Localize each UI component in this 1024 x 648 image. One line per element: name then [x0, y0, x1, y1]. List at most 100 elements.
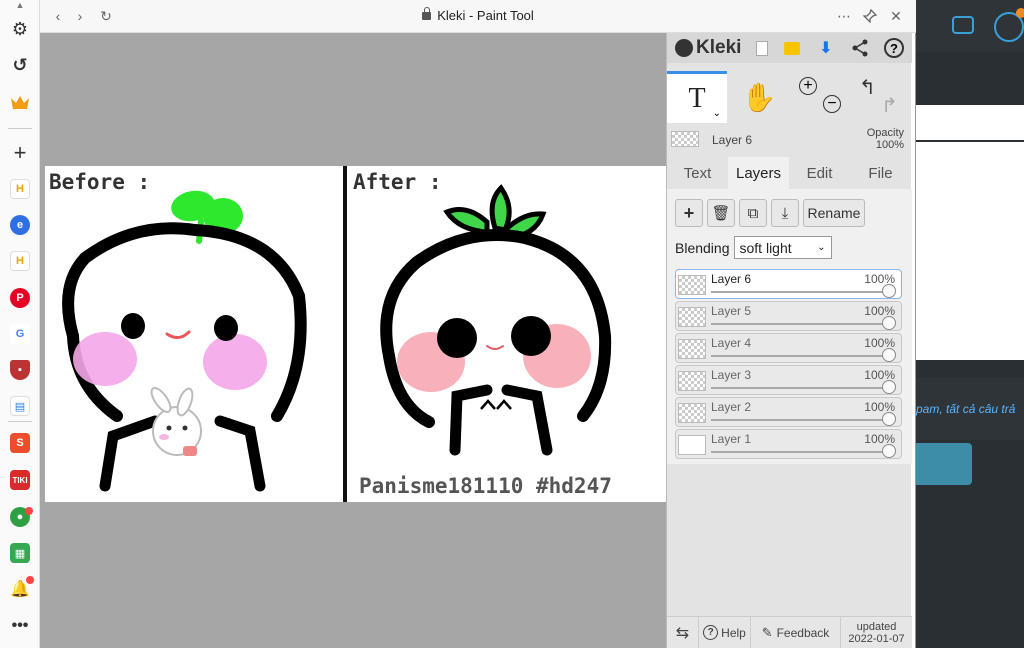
merge-down-button[interactable]: ⤓	[771, 199, 799, 227]
before-character	[62, 190, 307, 492]
doc-app-icon[interactable]: ▤	[9, 395, 31, 417]
app-h2-icon[interactable]: H	[9, 250, 31, 272]
help-label: Help	[721, 625, 746, 640]
canvas-area[interactable]: Before : After : Panisme181110 #hd247	[40, 33, 666, 648]
layer-row-1[interactable]: Layer 1 100%	[675, 429, 902, 459]
layer-row-4[interactable]: Layer 4 100%	[675, 333, 902, 363]
layer-thumbnail	[678, 307, 706, 327]
pinterest-icon[interactable]: P	[9, 287, 31, 309]
close-icon[interactable]: ✕	[886, 6, 906, 26]
help-circle-icon[interactable]: ?	[883, 37, 905, 59]
new-file-icon[interactable]	[751, 37, 773, 59]
background-app-card	[916, 142, 1024, 360]
redo-icon[interactable]: ↱	[881, 93, 898, 118]
pin-icon[interactable]	[860, 6, 880, 26]
opacity-label: Opacity	[866, 127, 904, 139]
tab-layers[interactable]: Layers	[728, 157, 789, 189]
sheets-icon[interactable]: ▦	[9, 542, 31, 564]
updated-info[interactable]: updated 2022-01-07	[841, 617, 912, 648]
layer-opacity-handle[interactable]	[882, 316, 896, 330]
notification-dot	[25, 507, 33, 515]
more-options-icon[interactable]: ⋯	[834, 6, 854, 26]
add-icon[interactable]: +	[9, 140, 31, 165]
background-app: pam, tất cả câu trả	[916, 0, 1024, 648]
layer-opacity-slider[interactable]	[711, 291, 891, 293]
layer-opacity-handle[interactable]	[882, 348, 896, 362]
layer-opacity-handle[interactable]	[882, 444, 896, 458]
after-character	[380, 184, 612, 456]
app-h-icon[interactable]: H	[9, 178, 31, 200]
shield-app-icon[interactable]: ▪	[9, 359, 31, 381]
layer-opacity-handle[interactable]	[882, 284, 896, 298]
chat-icon[interactable]	[952, 16, 974, 34]
blending-select[interactable]: soft light ⌄	[733, 236, 832, 259]
layer-row-6[interactable]: Layer 6 100%	[675, 269, 902, 299]
background-app-snippet: pam, tất cả câu trả	[916, 402, 1016, 416]
layer-opacity-slider[interactable]	[711, 419, 891, 421]
panel-tabs: Text Layers Edit File	[667, 157, 912, 189]
more-icon[interactable]: •••	[9, 615, 31, 637]
layer-opacity-handle[interactable]	[882, 412, 896, 426]
tab-edit[interactable]: Edit	[789, 157, 850, 189]
layer-thumbnail	[678, 275, 706, 295]
tab-text[interactable]: Text	[667, 157, 728, 189]
delete-layer-button[interactable]: 🗑	[707, 199, 735, 227]
watermark-text: Panisme181110 #hd247	[359, 474, 612, 498]
layers-tab-body: + 🗑 ⧉ ⤓ Rename Blending soft light ⌄ Laye…	[667, 189, 912, 464]
layer-opacity-slider[interactable]	[711, 387, 891, 389]
layer-row-2[interactable]: Layer 2 100%	[675, 397, 902, 427]
rename-button[interactable]: Rename	[803, 199, 865, 227]
toolbar: T ⌄ ✋ + − ↰ ↱	[667, 71, 912, 123]
feedback-icon: ✎	[761, 624, 773, 640]
sidebar-divider	[8, 128, 32, 129]
opacity-value: 100%	[875, 139, 904, 151]
layer-name: Layer 4	[711, 336, 752, 350]
layer-name: Layer 2	[711, 400, 752, 414]
layer-opacity-slider[interactable]	[711, 323, 891, 325]
layer-opacity-slider[interactable]	[711, 451, 891, 453]
open-folder-icon[interactable]	[781, 37, 803, 59]
drawing-canvas[interactable]: Before : After : Panisme181110 #hd247	[45, 166, 666, 502]
feedback-button[interactable]: ✎ Feedback	[751, 616, 841, 648]
crown-icon[interactable]	[9, 91, 31, 113]
undo-icon[interactable]: ↰	[859, 75, 876, 100]
layer-row-5[interactable]: Layer 5 100%	[675, 301, 902, 331]
tab-file[interactable]: File	[850, 157, 911, 189]
layer-row-3[interactable]: Layer 3 100%	[675, 365, 902, 395]
text-tool-icon: T	[688, 82, 706, 114]
swap-side-icon[interactable]: ⇆	[667, 616, 699, 648]
layer-name: Layer 6	[711, 272, 752, 286]
help-icon: ?	[703, 625, 719, 640]
text-tool-button[interactable]: T ⌄	[667, 71, 727, 123]
download-icon[interactable]: ⬇	[815, 37, 837, 59]
zoom-out-icon[interactable]: −	[823, 95, 841, 113]
history-icon[interactable]: ↺	[9, 54, 31, 76]
hand-icon: ✋	[741, 81, 777, 113]
tiki-icon[interactable]: TIKI	[9, 469, 31, 491]
scroll-up-icon[interactable]: ▲	[9, 0, 31, 10]
app-e-icon[interactable]: e	[9, 214, 31, 236]
layer-opacity-handle[interactable]	[882, 380, 896, 394]
google-icon[interactable]: G	[9, 323, 31, 345]
layer-name: Layer 1	[711, 432, 752, 446]
add-layer-button[interactable]: +	[675, 199, 703, 227]
zoom-in-icon[interactable]: +	[799, 77, 817, 95]
layer-opacity-slider[interactable]	[711, 355, 891, 357]
panel-header: Kleki ⬇ ?	[667, 33, 912, 63]
kleki-logo-text: Kleki	[696, 37, 742, 58]
notification-dot	[26, 576, 34, 584]
gear-icon[interactable]: ⚙	[9, 18, 31, 40]
kleki-logo[interactable]: Kleki	[675, 37, 741, 59]
share-icon[interactable]	[849, 37, 871, 59]
blending-value: soft light	[739, 239, 792, 256]
duplicate-layer-button[interactable]: ⧉	[739, 199, 767, 227]
shopee-icon[interactable]: S	[9, 432, 31, 454]
chevron-down-icon: ⌄	[817, 242, 826, 253]
background-app-button[interactable]	[916, 443, 972, 485]
feedback-label: Feedback	[776, 625, 830, 640]
lock-icon	[422, 7, 432, 20]
help-button[interactable]: ? Help	[699, 616, 751, 648]
history-controls: ↰ ↱	[851, 71, 911, 123]
hand-tool-button[interactable]: ✋	[729, 71, 789, 123]
opacity-readout: Opacity 100%	[867, 127, 904, 151]
